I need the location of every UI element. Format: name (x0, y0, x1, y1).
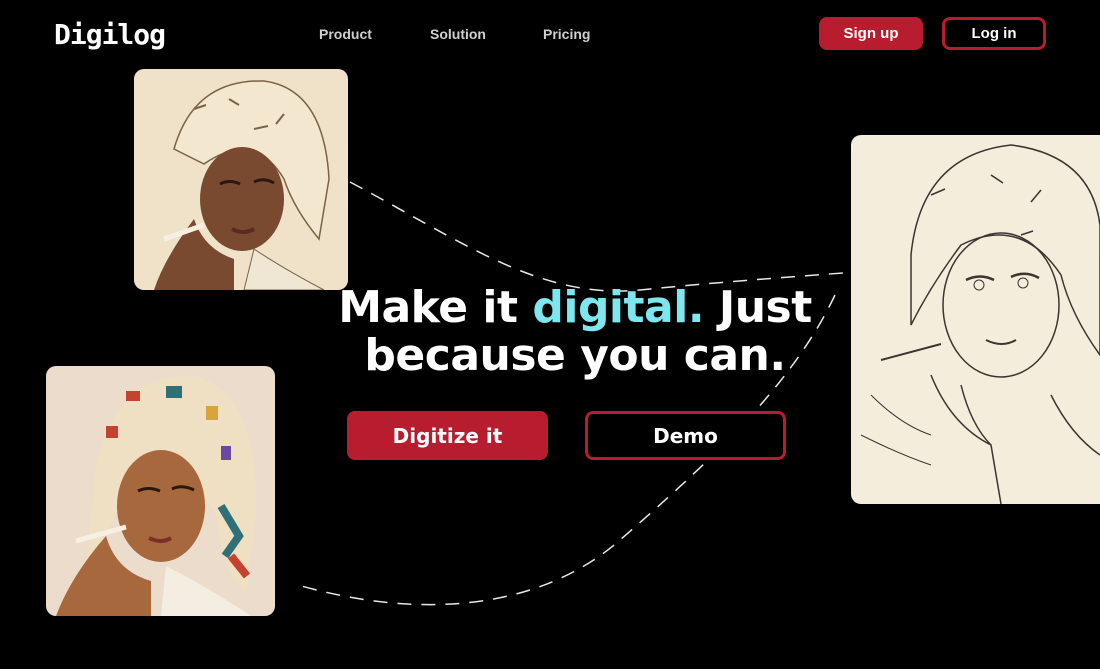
nav-item-product[interactable]: Product (319, 26, 372, 42)
nav-item-solution[interactable]: Solution (430, 26, 486, 42)
portrait-sketch-image-right (851, 135, 1100, 504)
nav-item-pricing[interactable]: Pricing (543, 26, 590, 42)
headline-line2: because you can. (364, 330, 786, 381)
main-nav: Product Solution Pricing (0, 26, 1100, 46)
headline-accent: digital. (532, 282, 705, 333)
digitize-button[interactable]: Digitize it (347, 411, 548, 460)
demo-button[interactable]: Demo (585, 411, 786, 460)
portrait-image-top-left (134, 69, 348, 290)
hero-headline: Make it digital. Just because you can. (300, 284, 850, 380)
portrait-image-bottom-left (46, 366, 275, 616)
headline-part1: Make it (338, 282, 533, 333)
headline-part2: Just (704, 282, 812, 333)
signup-button[interactable]: Sign up (819, 17, 923, 50)
login-button[interactable]: Log in (942, 17, 1046, 50)
